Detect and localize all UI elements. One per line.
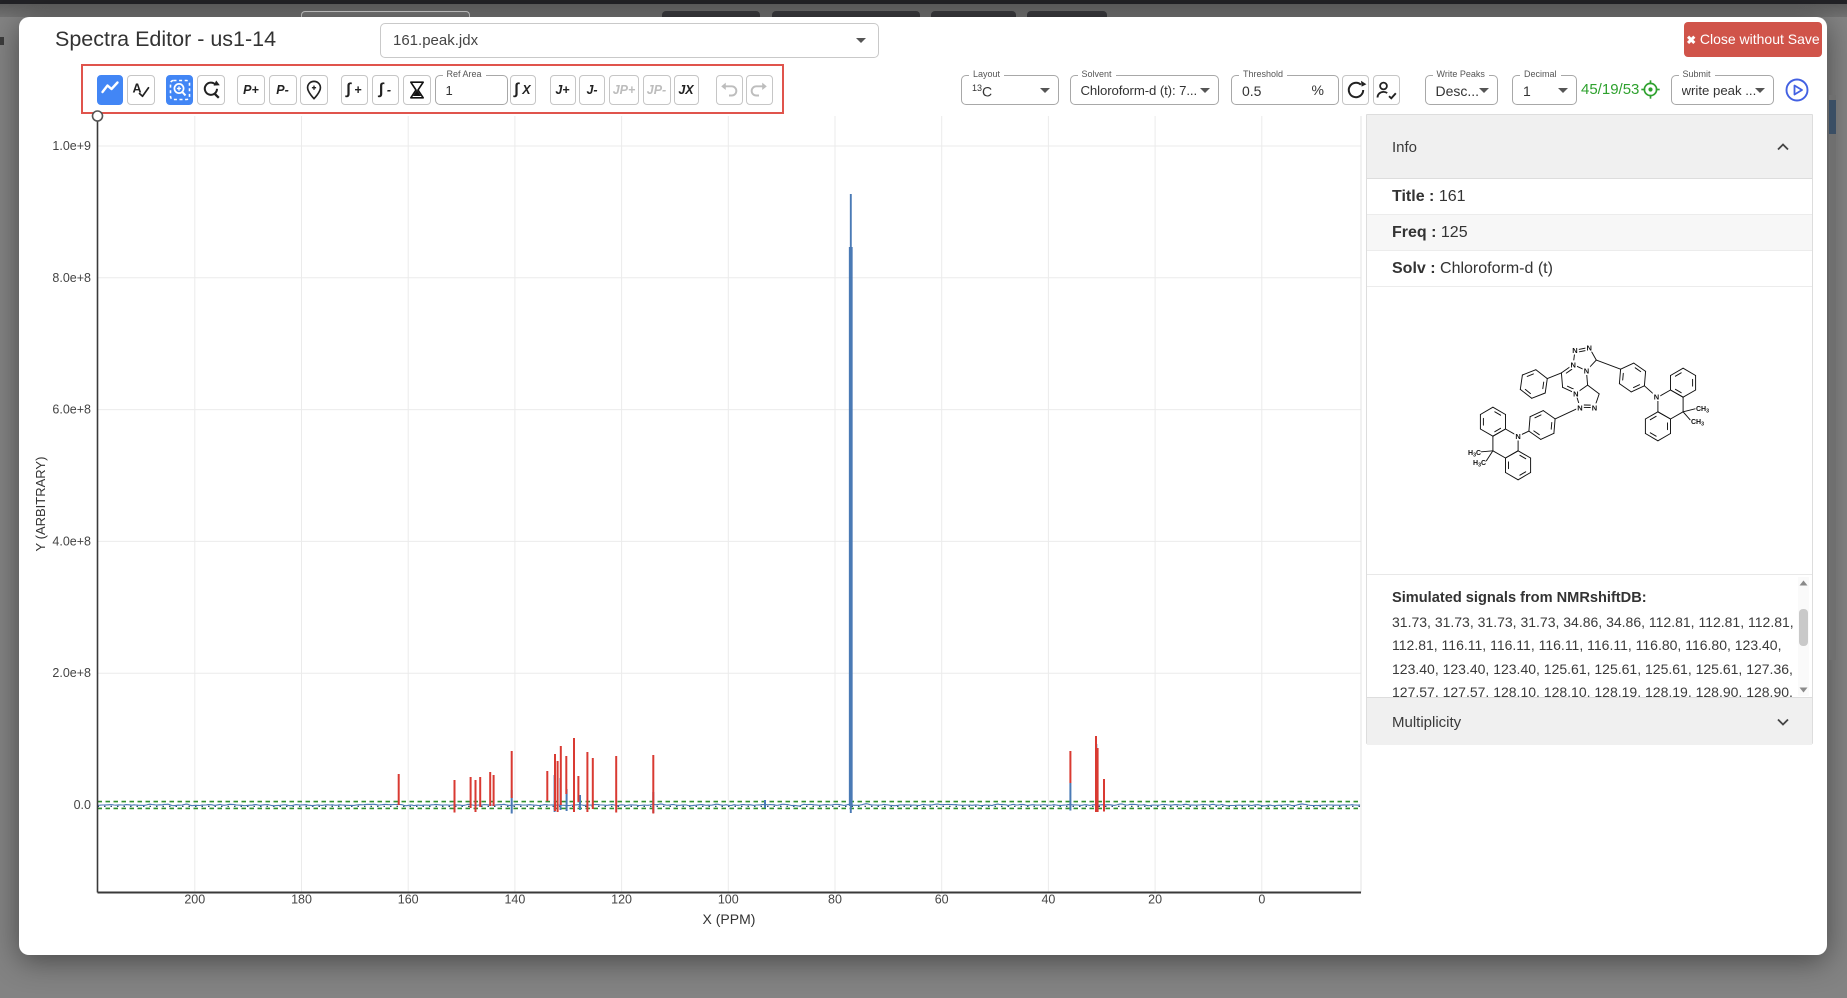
svg-text:6.0e+8: 6.0e+8 <box>52 403 91 417</box>
svg-text:100: 100 <box>718 893 739 907</box>
svg-text:4.0e+8: 4.0e+8 <box>52 534 91 548</box>
svg-text:X (PPM): X (PPM) <box>703 911 756 927</box>
svg-text:N: N <box>1654 393 1659 402</box>
svg-text:Y (ARBITRARY): Y (ARBITRARY) <box>33 457 48 552</box>
svg-text:CH3: CH3 <box>1696 406 1709 414</box>
svg-text:1.0e+9: 1.0e+9 <box>52 139 91 153</box>
svg-text:N: N <box>1586 343 1591 352</box>
svg-text:2.0e+8: 2.0e+8 <box>52 666 91 680</box>
svg-text:N: N <box>1515 432 1520 441</box>
svg-text:N: N <box>1577 403 1582 412</box>
svg-text:H3C: H3C <box>1473 460 1486 468</box>
svg-text:120: 120 <box>611 893 632 907</box>
svg-text:H3C: H3C <box>1468 450 1481 458</box>
svg-text:N: N <box>1572 346 1577 355</box>
svg-text:0: 0 <box>1258 893 1265 907</box>
svg-text:N: N <box>1570 361 1575 370</box>
svg-text:0.0: 0.0 <box>74 798 91 812</box>
svg-text:140: 140 <box>504 893 525 907</box>
svg-text:40: 40 <box>1041 893 1055 907</box>
svg-text:N: N <box>1573 389 1578 398</box>
svg-text:60: 60 <box>935 893 949 907</box>
svg-text:N: N <box>1584 367 1589 376</box>
svg-text:20: 20 <box>1148 893 1162 907</box>
svg-text:CH3: CH3 <box>1691 419 1704 427</box>
svg-text:8.0e+8: 8.0e+8 <box>52 271 91 285</box>
svg-text:80: 80 <box>828 893 842 907</box>
svg-text:200: 200 <box>184 893 205 907</box>
svg-text:180: 180 <box>291 893 312 907</box>
svg-text:160: 160 <box>398 893 419 907</box>
svg-text:N: N <box>1592 404 1597 413</box>
